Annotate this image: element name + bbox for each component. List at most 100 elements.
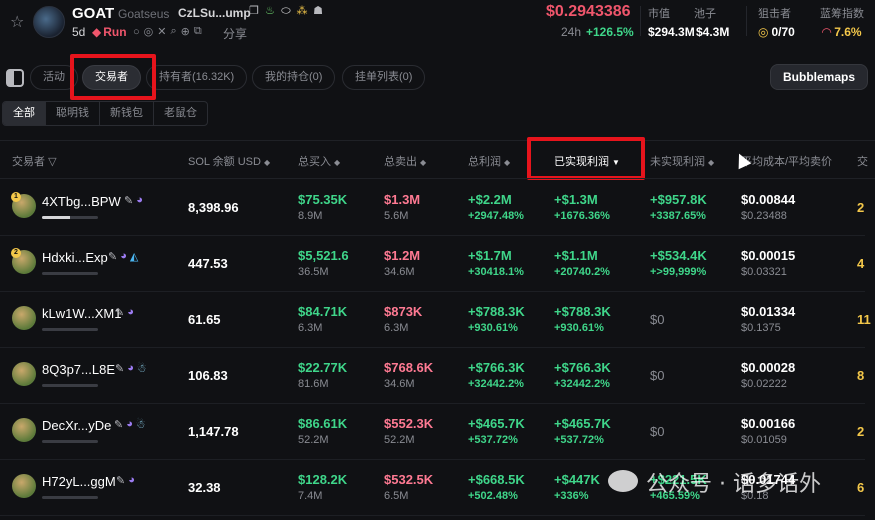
table-row[interactable]: kLw1W...XM1 ✎ ◕ 61.65 $84.71K 6.3M $873K 6.3M +$… (0, 292, 871, 348)
trader-tag-icons: ✎ ◕ (115, 306, 134, 319)
trader-address[interactable]: Hdxki...Exp (42, 250, 108, 265)
tab-my-positions[interactable]: 我的持仓(0) (252, 65, 336, 90)
avg-cost: $0.00844 (741, 192, 796, 207)
table-row[interactable]: 1 4XTbg...BPW ✎ ◕ 8,398.96 $75.35K 8.9M $1.3M 5.… (0, 180, 865, 236)
total-profit: +$465.7K (468, 416, 525, 431)
col-sol-balance[interactable]: SOL 余额 USD ◆ (188, 153, 270, 169)
total-profit: +$788.3K (468, 304, 525, 319)
bought-amount: 8.9M (298, 210, 323, 222)
table-row[interactable]: 2 Hdxki...Exp ✎ ◕ ◭ 447.53 $5,521.6 36.5M $1.2M 3… (0, 236, 865, 292)
bubblemaps-button[interactable]: Bubblemaps (770, 64, 869, 90)
holders-icon: ⁂ (296, 5, 308, 17)
holding-bar (42, 328, 98, 331)
trader-tag-icons: ✎ ◕ ☃ (115, 362, 147, 375)
bought-amount: 36.5M (298, 266, 329, 278)
circle-icon[interactable]: ○ (133, 26, 140, 38)
realized-profit: +$766.3K (554, 360, 611, 375)
sol-balance: 61.65 (188, 312, 221, 327)
sold-usd: $1.3M (384, 192, 421, 207)
section-divider (0, 140, 875, 141)
moon-icon: ◕ (126, 418, 133, 430)
col-unrealized-profit[interactable]: 未实现利润 ◆ (650, 153, 714, 169)
moon-icon: ◕ (136, 194, 143, 206)
tab-traders[interactable]: 交易者 (82, 65, 141, 90)
edit-icon[interactable]: ✎ (116, 474, 125, 487)
col-bought[interactable]: 总买入 ◆ (298, 153, 340, 169)
favorite-star-icon[interactable]: ☆ (10, 12, 28, 31)
market-cap-label: 市值 (648, 8, 670, 20)
table-row[interactable]: DecXr...yDe ✎ ◕ ☃ 1,147.78 $86.61K 52.2M $552.3… (0, 404, 865, 460)
sort-icon[interactable]: ◆ (504, 158, 510, 167)
bought-usd: $5,521.6 (298, 248, 349, 263)
sniper-count: 0/70 (771, 25, 795, 39)
sniper-label: 狙击者 (758, 8, 791, 20)
edit-icon[interactable]: ✎ (108, 250, 117, 263)
sort-icon[interactable]: ◆ (334, 158, 340, 167)
moon-icon: ◕ (128, 474, 135, 486)
sync-icon[interactable]: ◎ (144, 25, 154, 38)
copy-icon[interactable]: ❐ (248, 5, 260, 17)
tab-orders[interactable]: 挂单列表(0) (342, 65, 426, 90)
col-avg-cost: 平均成本/平均卖价 (741, 153, 832, 169)
share-icon[interactable]: ⧉ (194, 25, 202, 38)
trader-address[interactable]: 4XTbg...BPW (42, 194, 121, 209)
tab-activity[interactable]: 活动 (30, 65, 78, 90)
token-price: $0.2943386 (546, 3, 631, 20)
filter-new-wallet[interactable]: 新钱包 (100, 102, 154, 125)
token-icon-group: ❐ ♨ ⬭ ⁂ ☗ (248, 5, 324, 17)
filter-icon[interactable]: ▽ (48, 156, 56, 168)
trader-address[interactable]: kLw1W...XM1 (42, 306, 121, 321)
unrealized-profit: $0 (650, 424, 665, 439)
col-trader[interactable]: 交易者 ▽ (12, 153, 57, 169)
moon-icon: ◕ (120, 250, 127, 262)
sort-icon[interactable]: ◆ (708, 158, 714, 167)
x-icon[interactable]: ✕ (157, 25, 166, 38)
sidebar-toggle-icon[interactable] (6, 69, 24, 87)
edit-icon[interactable]: ✎ (114, 418, 123, 431)
sort-desc-icon[interactable]: ▼ (612, 158, 620, 167)
share-label[interactable]: 分享 (223, 25, 247, 42)
edit-icon[interactable]: ✎ (115, 306, 124, 319)
token-address[interactable]: CzLSu...ump (178, 6, 251, 20)
run-badge: ◆ Run (92, 25, 127, 39)
realized-profit: +$1.1M (554, 248, 598, 263)
trader-address[interactable]: DecXr...yDe (42, 418, 111, 433)
filter-smart-money[interactable]: 聪明钱 (46, 102, 100, 125)
col-last: 交 (857, 153, 868, 169)
filter-insider[interactable]: 老鼠仓 (154, 102, 207, 125)
table-row[interactable]: 8Q3p7...L8E ✎ ◕ ☃ 106.83 $22.77K 81.6M $768.6K 3… (0, 348, 865, 404)
col-realized-label: 已实现利润 (554, 156, 609, 168)
col-total-profit[interactable]: 总利润 ◆ (468, 153, 510, 169)
search-icon[interactable]: ⌕ (170, 25, 176, 38)
unrealized-profit: +$957.8K (650, 192, 707, 207)
filter-all[interactable]: 全部 (3, 102, 46, 125)
col-bought-label: 总买入 (298, 156, 331, 168)
header-divider (746, 6, 747, 36)
market-cap-value: $294.3M (648, 25, 695, 39)
token-age: 5d (72, 25, 86, 39)
col-sold[interactable]: 总卖出 ◆ (384, 153, 426, 169)
sort-icon[interactable]: ◆ (264, 158, 270, 167)
realized-profit: +$465.7K (554, 416, 611, 431)
last-col-value: 8 (857, 368, 865, 383)
bluechip-label: 蓝筹指数 (820, 8, 864, 20)
ghost-icon: ☃ (136, 363, 147, 375)
globe-icon[interactable]: ⊕ (181, 25, 190, 38)
bot-icon: ☗ (313, 5, 323, 17)
tab-holders[interactable]: 持有者(16.32K) (146, 65, 248, 90)
sort-icon[interactable]: ◆ (420, 158, 426, 167)
col-realized-profit[interactable]: 已实现利润 ▼ (554, 153, 620, 169)
edit-icon[interactable]: ✎ (124, 194, 133, 207)
realized-profit: +$788.3K (554, 304, 611, 319)
edit-icon[interactable]: ✎ (115, 362, 124, 375)
avg-sell: $0.1375 (741, 322, 781, 334)
trader-avatar (12, 362, 36, 386)
change-label: 24h (561, 25, 582, 39)
trader-address[interactable]: 8Q3p7...L8E (42, 362, 115, 377)
realized-profit-pct: +32442.2% (554, 378, 610, 390)
last-col-value: 4 (857, 256, 865, 271)
sol-balance: 106.83 (188, 368, 228, 383)
unrealized-profit-pct: +>99,999% (650, 266, 707, 278)
trader-address[interactable]: H72yL...ggM (42, 474, 116, 489)
trader-tag-icons: ✎ ◕ ☃ (114, 418, 146, 431)
